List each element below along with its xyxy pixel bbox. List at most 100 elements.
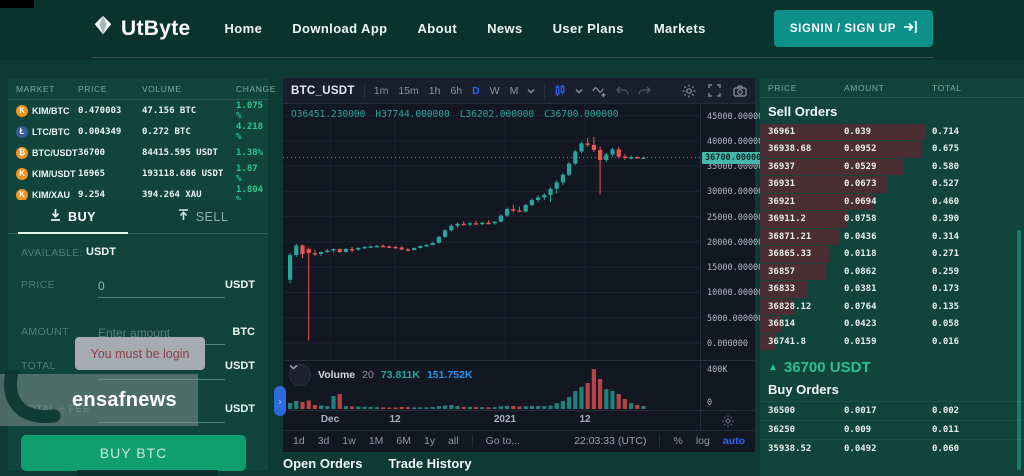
- range-1y[interactable]: 1y: [424, 435, 435, 447]
- price-tick: 5000.000000: [707, 314, 763, 324]
- time-tick: 2021: [494, 414, 516, 425]
- interval-D[interactable]: D: [472, 85, 480, 97]
- orderbook-row[interactable]: 362500.0090.011: [760, 420, 1024, 439]
- interval-15m[interactable]: 15m: [398, 85, 418, 97]
- time-tick: 12: [579, 414, 590, 425]
- orderbook-row[interactable]: 368330.03810.173: [760, 281, 1024, 299]
- orderbook-row[interactable]: 36938.680.09520.675: [760, 141, 1024, 159]
- divider: [544, 83, 545, 99]
- candlestick-chart[interactable]: O36451.230000 H37744.000000 L36202.00000…: [283, 104, 755, 360]
- panel-drawer-handle[interactable]: ›: [274, 386, 286, 416]
- nav-link-home[interactable]: Home: [224, 21, 262, 36]
- interval-1m[interactable]: 1m: [374, 85, 389, 97]
- orderbook-row[interactable]: 36741.80.01590.016: [760, 333, 1024, 351]
- panel-footer-strip: [77, 470, 218, 476]
- col-amount: AMOUNT: [844, 83, 932, 93]
- range-all[interactable]: all: [448, 435, 459, 447]
- redo-icon[interactable]: [638, 86, 651, 96]
- percent-scale-button[interactable]: %: [673, 435, 682, 447]
- settings-gear-icon[interactable]: [682, 84, 696, 98]
- price-row: PRICE USDT: [8, 276, 268, 298]
- orderbook-row[interactable]: 36871.210.04360.314: [760, 228, 1024, 246]
- volume-legend: Volume 20 73.811K 151.752K: [289, 364, 473, 386]
- amount-suffix: BTC: [232, 326, 255, 338]
- signin-label: SIGNIN / SIGN UP: [790, 23, 896, 35]
- buy-btc-button[interactable]: BUY BTC: [21, 435, 246, 471]
- total-suffix: USDT: [225, 360, 255, 372]
- interval-M[interactable]: M: [510, 85, 519, 97]
- nav-link-user-plans[interactable]: User Plans: [553, 21, 624, 36]
- price-axis[interactable]: 45000.00000040000.00000035000.0000003000…: [700, 104, 755, 360]
- market-row[interactable]: KKIM/BTC0.47000347.156 BTC1.075 %: [8, 100, 268, 121]
- price-input[interactable]: [98, 274, 225, 298]
- volume-buy-value: 73.811K: [381, 369, 420, 381]
- orderbook-row[interactable]: 36828.120.07640.135: [760, 298, 1024, 316]
- utc-clock[interactable]: 22:03:33 (UTC): [574, 435, 646, 447]
- top-left-artifact: [0, 0, 34, 8]
- orderbook-row[interactable]: 369310.06730.527: [760, 176, 1024, 194]
- nav-link-download-app[interactable]: Download App: [292, 21, 387, 36]
- available-label: AVAILABLE:: [21, 247, 83, 259]
- chevron-down-icon[interactable]: [575, 88, 583, 94]
- orderbook-row[interactable]: 368570.08620.259: [760, 263, 1024, 281]
- orderbook-row[interactable]: 36911.20.07580.390: [760, 211, 1024, 229]
- ohlc-high: H37744.000000: [375, 109, 449, 120]
- market-row[interactable]: KKIM/USDT16965193118.686 USDT1.87 %: [8, 163, 268, 184]
- tab-sell[interactable]: SELL: [138, 200, 268, 233]
- orderbook-row[interactable]: 35938.520.04920.060: [760, 439, 1024, 458]
- interval-W[interactable]: W: [490, 85, 500, 97]
- orderbook-row[interactable]: 369370.05290.580: [760, 158, 1024, 176]
- nav-link-markets[interactable]: Markets: [654, 21, 706, 36]
- sell-orders-title: Sell Orders: [760, 98, 1024, 123]
- volume-label: Volume: [318, 369, 355, 381]
- indicators-icon[interactable]: [592, 85, 607, 97]
- app-logo[interactable]: UtByte: [92, 15, 190, 43]
- collapse-chevron-icon[interactable]: [289, 364, 311, 386]
- orderbook-scrollbar[interactable]: [1017, 230, 1021, 470]
- interval-6h[interactable]: 6h: [450, 85, 462, 97]
- ohlc-legend: O36451.230000 H37744.000000 L36202.00000…: [291, 109, 618, 120]
- orderbook-row[interactable]: 36865.330.01180.271: [760, 246, 1024, 264]
- col-market: MARKET: [16, 84, 78, 94]
- price-up-arrow-icon: ▲: [768, 362, 778, 373]
- volume-sell-value: 151.752K: [427, 369, 473, 381]
- interval-1h[interactable]: 1h: [429, 85, 441, 97]
- fullscreen-icon[interactable]: [708, 84, 721, 97]
- orders-history-tabs: Open Orders Trade History: [283, 456, 472, 471]
- col-total: TOTAL: [932, 83, 1016, 93]
- nav-link-about[interactable]: About: [418, 21, 458, 36]
- undo-icon[interactable]: [616, 86, 629, 96]
- candles-plot: [283, 104, 700, 360]
- auto-scale-button[interactable]: auto: [723, 435, 745, 447]
- tab-sell-label: SELL: [196, 210, 229, 224]
- nav-link-news[interactable]: News: [487, 21, 523, 36]
- orderbook-row[interactable]: 369610.0390.714: [760, 123, 1024, 141]
- goto-button[interactable]: Go to...: [486, 435, 520, 447]
- sell-orders-list: 369610.0390.71436938.680.09520.675369370…: [760, 123, 1024, 351]
- nav-links: Home Download App About News User Plans Marke…: [224, 21, 705, 36]
- ohlc-low: L36202.000000: [460, 109, 534, 120]
- range-6M[interactable]: 6M: [396, 435, 411, 447]
- range-1d[interactable]: 1d: [293, 435, 305, 447]
- log-scale-button[interactable]: log: [696, 435, 710, 447]
- chart-style-icon[interactable]: [554, 84, 566, 97]
- range-1w[interactable]: 1w: [342, 435, 355, 447]
- tab-buy[interactable]: BUY: [8, 200, 138, 233]
- vol-tick-0: 0: [707, 398, 712, 408]
- range-1M[interactable]: 1M: [369, 435, 384, 447]
- orderbook-row[interactable]: 365000.00170.002: [760, 401, 1024, 420]
- market-row[interactable]: ₿BTC/USDT3670084415.595 USDT1.38%: [8, 142, 268, 163]
- tab-trade-history[interactable]: Trade History: [388, 456, 471, 471]
- range-3d[interactable]: 3d: [318, 435, 330, 447]
- time-axis[interactable]: Dec12202112: [283, 410, 755, 430]
- chevron-down-icon[interactable]: [527, 88, 535, 94]
- signin-button[interactable]: SIGNIN / SIGN UP: [774, 10, 933, 47]
- axis-settings-gear-icon[interactable]: [700, 411, 755, 430]
- orderbook-row[interactable]: 368140.04230.058: [760, 316, 1024, 334]
- chart-bottom-toolbar: 1d3d1w1M6M1yall Go to... 22:03:33 (UTC) …: [283, 430, 755, 451]
- tab-open-orders[interactable]: Open Orders: [283, 456, 362, 471]
- camera-icon[interactable]: [733, 85, 747, 97]
- market-row[interactable]: ŁLTC/BTC0.0043490.272 BTC4.218 %: [8, 121, 268, 142]
- orderbook-row[interactable]: 369210.06940.460: [760, 193, 1024, 211]
- orderbook-panel: PRICE AMOUNT TOTAL Sell Orders 369610.03…: [760, 78, 1024, 476]
